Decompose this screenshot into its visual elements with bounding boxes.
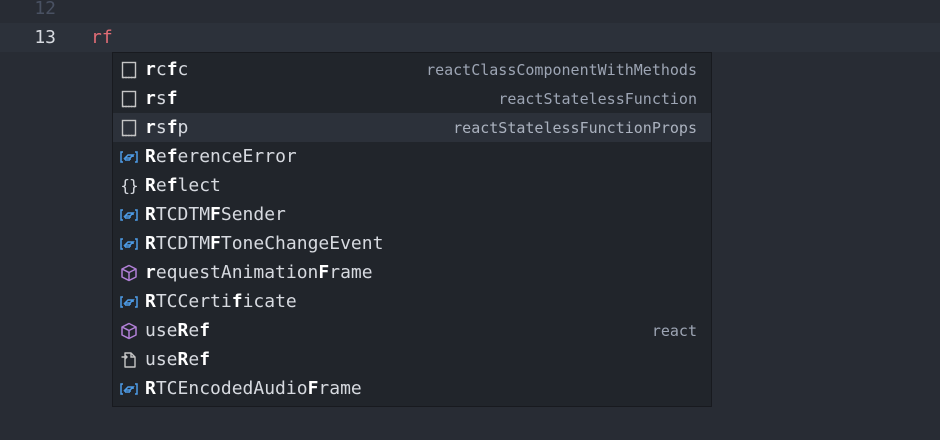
suggestion-item[interactable]: {} Reflect	[113, 171, 711, 200]
namespace-icon: {}	[120, 176, 138, 195]
editor-line-13[interactable]: 13 rf	[0, 23, 940, 52]
label-text: lect	[177, 175, 221, 196]
match-highlight: R	[145, 291, 156, 312]
label-text: use	[145, 349, 178, 370]
match-highlight: f	[199, 320, 211, 341]
match-highlight: f	[199, 349, 211, 370]
match-highlight: F	[210, 204, 221, 225]
file-import-icon	[119, 350, 139, 370]
function-icon	[119, 321, 139, 341]
suggestion-label: rsfp	[145, 117, 188, 138]
label-text: e	[188, 320, 200, 341]
match-highlight: r	[145, 88, 156, 109]
label-text: TCDTM	[155, 204, 211, 225]
match-highlight: F	[318, 262, 330, 283]
suggestion-label: rcfc	[145, 59, 188, 80]
suggestion-item[interactable]: rsfp reactStatelessFunctionProps	[113, 113, 711, 142]
match-highlight: f	[166, 59, 178, 80]
match-highlight: F	[307, 378, 319, 399]
match-highlight: R	[145, 175, 156, 196]
match-highlight: R	[145, 146, 156, 167]
suggestion-detail: reactClassComponentWithMethods	[426, 60, 697, 79]
suggestion-label: RTCDTMFSender	[145, 204, 286, 225]
editor-line-12[interactable]: 12	[0, 0, 940, 23]
label-text: ToneChangeEvent	[220, 233, 384, 254]
snippet-icon	[119, 118, 139, 138]
line-number: 12	[34, 0, 56, 19]
suggestion-item[interactable]: RTCCertificate	[113, 287, 711, 316]
match-highlight: R	[177, 349, 189, 370]
suggestion-item[interactable]: rcfc reactClassComponentWithMethods	[113, 55, 711, 84]
snippet-icon	[119, 60, 139, 80]
suggestion-item[interactable]: RTCDTMFToneChangeEvent	[113, 229, 711, 258]
suggestion-label: ReferenceError	[145, 146, 297, 167]
variable-icon	[119, 379, 139, 399]
label-text: erenceError	[177, 146, 297, 167]
match-highlight: R	[177, 320, 189, 341]
suggestion-label: RTCEncodedAudioFrame	[145, 378, 362, 399]
autocomplete-suggestion-widget[interactable]: rcfc reactClassComponentWithMethods rsf rea…	[112, 52, 712, 407]
function-icon	[119, 263, 139, 283]
suggestion-detail: reactStatelessFunction	[498, 89, 697, 108]
label-text: p	[177, 117, 189, 138]
match-highlight: r	[145, 59, 156, 80]
match-highlight: f	[166, 146, 178, 167]
suggestion-label: useRef	[145, 320, 210, 341]
suggestion-label: RTCDTMFToneChangeEvent	[145, 233, 383, 254]
suggestion-item[interactable]: ReferenceError	[113, 142, 711, 171]
suggestion-item[interactable]: useRef react	[113, 316, 711, 345]
label-text: Sender	[220, 204, 286, 225]
match-highlight: F	[210, 233, 221, 254]
label-text: e	[155, 146, 167, 167]
suggestion-label: Reflect	[145, 175, 221, 196]
label-text: TCEncodedAudio	[155, 378, 308, 399]
match-highlight: R	[145, 204, 156, 225]
match-highlight: R	[145, 233, 156, 254]
suggestion-label: useRef	[145, 349, 210, 370]
variable-icon	[119, 205, 139, 225]
suggestion-item[interactable]: RTCEncodedAudioFrame	[113, 374, 711, 403]
suggestion-label: RTCCertificate	[145, 291, 297, 312]
line-number: 13	[34, 27, 56, 48]
label-text: icate	[242, 291, 297, 312]
label-text: s	[155, 117, 167, 138]
label-text: rame	[318, 378, 362, 399]
label-text: s	[155, 88, 167, 109]
suggestion-detail: reactStatelessFunctionProps	[453, 118, 697, 137]
label-text: TCDTM	[155, 233, 211, 254]
label-text: e	[155, 175, 167, 196]
suggestion-label: requestAnimationFrame	[145, 262, 373, 283]
snippet-icon	[119, 89, 139, 109]
label-text: use	[145, 320, 178, 341]
label-text: TCCert	[155, 291, 221, 312]
match-highlight: f	[166, 88, 178, 109]
label-text: c	[177, 59, 189, 80]
variable-icon	[119, 147, 139, 167]
suggestion-item[interactable]: RTCDTMFSender	[113, 200, 711, 229]
variable-icon	[119, 292, 139, 312]
label-text: e	[188, 349, 200, 370]
suggestion-label: rsf	[145, 88, 178, 109]
match-highlight: f	[231, 291, 243, 312]
label-text: c	[155, 59, 167, 80]
suggestion-item[interactable]: requestAnimationFrame	[113, 258, 711, 287]
label-text: rame	[329, 262, 373, 283]
suggestion-detail: react	[651, 321, 697, 340]
variable-icon	[119, 234, 139, 254]
suggestion-item[interactable]: useRef	[113, 345, 711, 374]
match-highlight: R	[145, 378, 156, 399]
suggestion-item[interactable]: rsf reactStatelessFunction	[113, 84, 711, 113]
match-highlight: f	[166, 117, 178, 138]
match-highlight: r	[145, 117, 156, 138]
line-text[interactable]: rf	[91, 23, 113, 52]
match-highlight: f	[166, 175, 178, 196]
label-text: equestAnimation	[155, 262, 319, 283]
label-text: i	[220, 291, 232, 312]
match-highlight: r	[145, 262, 156, 283]
